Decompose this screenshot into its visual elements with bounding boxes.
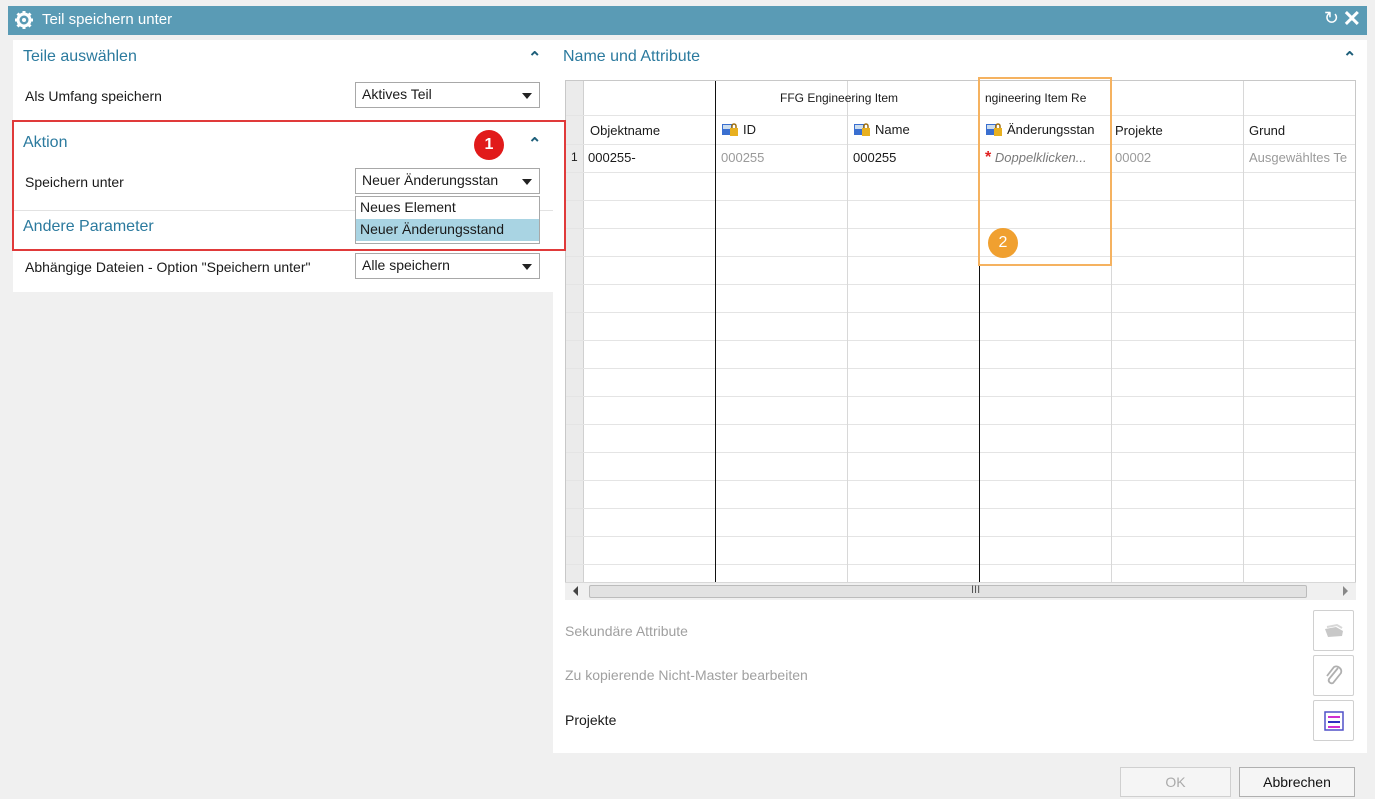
- abhaengige-dateien-select[interactable]: Alle speichern: [355, 253, 540, 279]
- collapse-chevron-icon[interactable]: ⌃: [528, 134, 541, 154]
- grid-line: [566, 256, 1355, 257]
- lock-icon: [986, 123, 1002, 136]
- grid-line: [566, 452, 1355, 453]
- grid-line: [566, 284, 1355, 285]
- grid-line: [566, 144, 1355, 145]
- grid-line: [1243, 81, 1244, 599]
- section-andere-parameter-heading[interactable]: Andere Parameter: [23, 218, 154, 236]
- annotation-badge-1: 1: [474, 130, 504, 160]
- grid-line: [566, 228, 1355, 229]
- speichern-unter-select[interactable]: Neuer Änderungsstan: [355, 168, 540, 194]
- column-header-aenderungsstand-label: Änderungsstan: [1007, 122, 1095, 137]
- cell-objektname[interactable]: 000255-: [588, 150, 636, 165]
- column-header-projekte[interactable]: Projekte: [1115, 123, 1163, 138]
- abhaengige-dateien-label: Abhängige Dateien - Option "Speichern un…: [25, 259, 311, 275]
- attributes-table: FFG Engineering Item ngineering Item Re …: [565, 80, 1356, 600]
- scroll-right-arrow-icon[interactable]: [1343, 586, 1348, 596]
- projekte-button[interactable]: [1313, 700, 1354, 741]
- projects-icon: [1324, 711, 1344, 731]
- grid-line: [566, 200, 1355, 201]
- speichern-unter-label: Speichern unter: [25, 174, 124, 190]
- grid-line: [847, 81, 848, 599]
- annotation-badge-2: 2: [988, 228, 1018, 258]
- reset-icon[interactable]: ↻: [1324, 8, 1339, 29]
- grid-line: [566, 396, 1355, 397]
- group-header-ffg-engineering-item: FFG Engineering Item: [780, 91, 899, 105]
- divider: [13, 120, 553, 121]
- scroll-left-arrow-icon[interactable]: [573, 586, 578, 596]
- lock-icon: [854, 123, 870, 136]
- option-neuer-aenderungsstand[interactable]: Neuer Änderungsstand: [356, 219, 539, 241]
- grid-line: [566, 564, 1355, 565]
- grid-line: [566, 115, 1355, 116]
- umfang-select-value: Aktives Teil: [362, 86, 432, 102]
- dropdown-arrow-icon: [522, 93, 532, 99]
- row-number: 1: [571, 150, 578, 164]
- window-title: Teil speichern unter: [42, 11, 173, 28]
- grid-line: [979, 81, 980, 599]
- lock-icon: [722, 123, 738, 136]
- cell-aenderungsstand-text: Doppelklicken...: [994, 150, 1087, 165]
- dropdown-arrow-icon: [522, 179, 532, 185]
- grip-icon: III: [971, 584, 981, 596]
- title-bar: Teil speichern unter ↻ ✕: [8, 6, 1367, 35]
- section-aktion-heading[interactable]: Aktion: [23, 134, 67, 152]
- nicht-master-button[interactable]: [1313, 655, 1354, 696]
- column-header-id-label: ID: [743, 122, 756, 137]
- scrollbar-thumb[interactable]: III: [589, 584, 1307, 598]
- grid-line: [566, 172, 1355, 173]
- column-header-aenderungsstand[interactable]: Änderungsstan: [985, 121, 1110, 137]
- gear-icon: [15, 11, 33, 29]
- abhaengige-dateien-select-value: Alle speichern: [362, 257, 450, 273]
- paperclip-icon: [1326, 665, 1343, 685]
- grid-line: [566, 508, 1355, 509]
- grid-line: [566, 312, 1355, 313]
- speichern-unter-dropdown-list: Neues Element Neuer Änderungsstand: [355, 196, 540, 244]
- grid-line: [566, 340, 1355, 341]
- column-header-name-label: Name: [875, 122, 910, 137]
- cell-projekte[interactable]: 00002: [1115, 150, 1151, 165]
- required-asterisk-icon: *: [985, 149, 992, 166]
- tags-icon: [1325, 623, 1343, 637]
- nicht-master-label: Zu kopierende Nicht-Master bearbeiten: [565, 667, 808, 683]
- grid-line: [566, 480, 1355, 481]
- cell-name[interactable]: 000255: [853, 150, 896, 165]
- cancel-button[interactable]: Abbrechen: [1239, 767, 1355, 797]
- sekundaere-attribute-label: Sekundäre Attribute: [565, 623, 688, 639]
- cell-aenderungsstand[interactable]: * Doppelklicken...: [985, 149, 1109, 167]
- grid-line: [715, 81, 716, 599]
- close-icon[interactable]: ✕: [1343, 6, 1361, 32]
- left-panel: Teile auswählen ⌃ Als Umfang speichern A…: [13, 40, 553, 292]
- ok-button[interactable]: OK: [1120, 767, 1231, 797]
- horizontal-scrollbar[interactable]: III: [565, 582, 1356, 600]
- cell-grund[interactable]: Ausgewähltes Te: [1249, 150, 1355, 165]
- projekte-label: Projekte: [565, 712, 617, 728]
- dropdown-arrow-icon: [522, 264, 532, 270]
- column-header-grund[interactable]: Grund: [1249, 123, 1285, 138]
- section-name-attribute-heading[interactable]: Name und Attribute: [563, 48, 700, 66]
- column-header-objektname[interactable]: Objektname: [590, 123, 660, 138]
- column-header-name[interactable]: Name: [853, 121, 910, 137]
- grid-line: [566, 424, 1355, 425]
- option-neues-element[interactable]: Neues Element: [356, 197, 539, 219]
- sekundaere-attribute-button[interactable]: [1313, 610, 1354, 651]
- grid-line: [566, 536, 1355, 537]
- grid-line: [566, 368, 1355, 369]
- umfang-label: Als Umfang speichern: [25, 88, 162, 104]
- collapse-chevron-icon[interactable]: ⌃: [1343, 48, 1356, 68]
- section-teile-auswaehlen-heading[interactable]: Teile auswählen: [23, 48, 137, 66]
- speichern-unter-select-value: Neuer Änderungsstan: [362, 172, 499, 188]
- cell-id[interactable]: 000255: [721, 150, 764, 165]
- grid-line: [1111, 81, 1112, 599]
- group-header-engineering-item-revision: ngineering Item Re: [985, 91, 1087, 105]
- umfang-select[interactable]: Aktives Teil: [355, 82, 540, 108]
- column-header-id[interactable]: ID: [721, 121, 756, 137]
- collapse-chevron-icon[interactable]: ⌃: [528, 48, 541, 68]
